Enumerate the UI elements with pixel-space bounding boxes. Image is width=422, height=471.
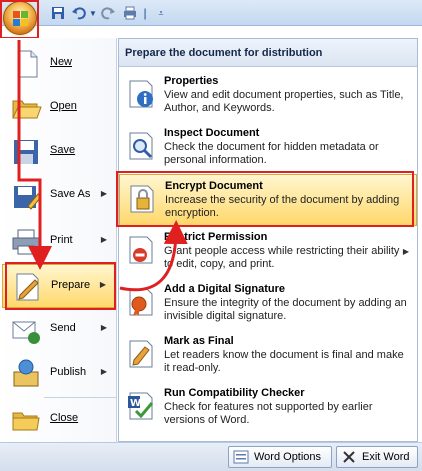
menu-item-close[interactable]: Close: [2, 398, 115, 442]
close-folder-icon: [12, 412, 40, 431]
redo-icon: [101, 7, 115, 20]
compatibility-icon: W: [128, 392, 154, 420]
word-options-label: Word Options: [254, 451, 322, 463]
option-description: Grant people access while restricting th…: [164, 245, 400, 270]
menu-item-new[interactable]: New: [2, 42, 115, 86]
menu-item-prepare[interactable]: Prepare ▶: [2, 264, 115, 308]
option-encrypt-document[interactable]: Encrypt Document Increase the security o…: [119, 174, 417, 226]
word-options-button[interactable]: Word Options: [228, 446, 332, 468]
word-options-icon: [233, 450, 249, 464]
option-title: Encrypt Document: [165, 180, 263, 192]
office-logo-icon: [13, 11, 28, 26]
option-inspect-document[interactable]: Inspect Document Check the document for …: [119, 122, 417, 174]
menu-item-print[interactable]: Print ▶: [2, 220, 115, 264]
svg-text:W: W: [130, 398, 141, 409]
qat-save-button[interactable]: [50, 4, 66, 22]
option-description: Ensure the integrity of the document by …: [164, 297, 407, 322]
submenu-arrow-icon: ▶: [402, 247, 409, 256]
printer-icon: [12, 229, 40, 255]
prepare-submenu-pane: Prepare the document for distribution Pr…: [118, 38, 418, 442]
menu-item-label: Save: [50, 144, 76, 156]
qat-undo-dropdown[interactable]: ▼: [88, 4, 98, 22]
option-title: Inspect Document: [164, 127, 260, 139]
submenu-header: Prepare the document for distribution: [119, 39, 417, 67]
option-description: Check the document for hidden metadata o…: [164, 141, 379, 166]
restrict-icon: [129, 236, 153, 264]
save-icon: [14, 140, 38, 164]
prepare-icon: [16, 273, 39, 301]
option-digital-signature[interactable]: Add a Digital Signature Ensure the integ…: [119, 278, 417, 330]
option-compatibility-checker[interactable]: W Run Compatibility Checker Check for fe…: [119, 382, 417, 434]
print-icon: [124, 6, 136, 20]
submenu-arrow-icon: ▶: [100, 189, 107, 198]
option-title: Restrict Permission: [164, 231, 268, 243]
menu-item-label: Publish: [50, 366, 87, 378]
qat-customize-button[interactable]: ⩡: [155, 4, 167, 22]
publish-icon: [13, 359, 39, 387]
save-as-icon: [14, 186, 42, 210]
exit-word-button[interactable]: Exit Word: [336, 446, 418, 468]
menu-item-label: Save As: [50, 188, 91, 200]
office-button[interactable]: [3, 1, 37, 35]
send-icon: [12, 321, 40, 344]
menu-item-label: Prepare: [51, 279, 91, 291]
menu-item-label: Open: [50, 100, 77, 112]
menu-item-save-as[interactable]: Save As ▶: [2, 174, 115, 218]
menu-item-label: Send: [50, 322, 76, 334]
undo-icon: [72, 7, 86, 20]
option-description: Increase the security of the document by…: [165, 194, 400, 219]
qat-separator: |: [143, 6, 147, 20]
option-title: Run Compatibility Checker: [164, 387, 305, 399]
option-description: Let readers know the document is final a…: [164, 349, 404, 374]
option-description: Check for features not supported by earl…: [164, 401, 373, 426]
signature-icon: [129, 288, 153, 316]
option-description: View and edit document properties, such …: [164, 89, 404, 114]
menu-item-publish[interactable]: Publish ▶: [2, 352, 115, 396]
option-restrict-permission[interactable]: Restrict Permission Grant people access …: [119, 226, 417, 278]
menu-item-send[interactable]: Send ▶: [2, 308, 115, 352]
qat-undo-button[interactable]: [71, 4, 87, 22]
properties-icon: [129, 80, 153, 108]
close-icon: [343, 451, 355, 463]
submenu-arrow-icon: ▶: [100, 323, 107, 332]
submenu-arrow-icon: ▶: [99, 280, 106, 289]
new-document-icon: [17, 50, 38, 78]
option-title: Properties: [164, 75, 219, 87]
qat-redo-button[interactable]: [100, 4, 116, 22]
submenu-arrow-icon: ▶: [100, 235, 107, 244]
inspect-icon: [129, 132, 153, 160]
exit-word-label: Exit Word: [362, 451, 410, 463]
option-mark-as-final[interactable]: Mark as Final Let readers know the docum…: [119, 330, 417, 382]
option-properties[interactable]: Properties View and edit document proper…: [119, 70, 417, 122]
encrypt-icon: [130, 185, 154, 213]
menu-item-label: Print: [50, 234, 73, 246]
open-folder-icon: [12, 100, 42, 119]
mark-final-icon: [129, 340, 153, 368]
option-title: Mark as Final: [164, 335, 234, 347]
option-title: Add a Digital Signature: [164, 283, 286, 295]
menu-item-save[interactable]: Save: [2, 130, 115, 174]
submenu-arrow-icon: ▶: [100, 367, 107, 376]
menu-item-open[interactable]: Open: [2, 86, 115, 130]
menu-item-label: Close: [50, 412, 79, 424]
qat-print-button[interactable]: [122, 4, 138, 22]
save-icon: [52, 7, 64, 19]
customize-icon: ⩡: [158, 7, 164, 18]
menu-item-label: New: [50, 56, 73, 68]
